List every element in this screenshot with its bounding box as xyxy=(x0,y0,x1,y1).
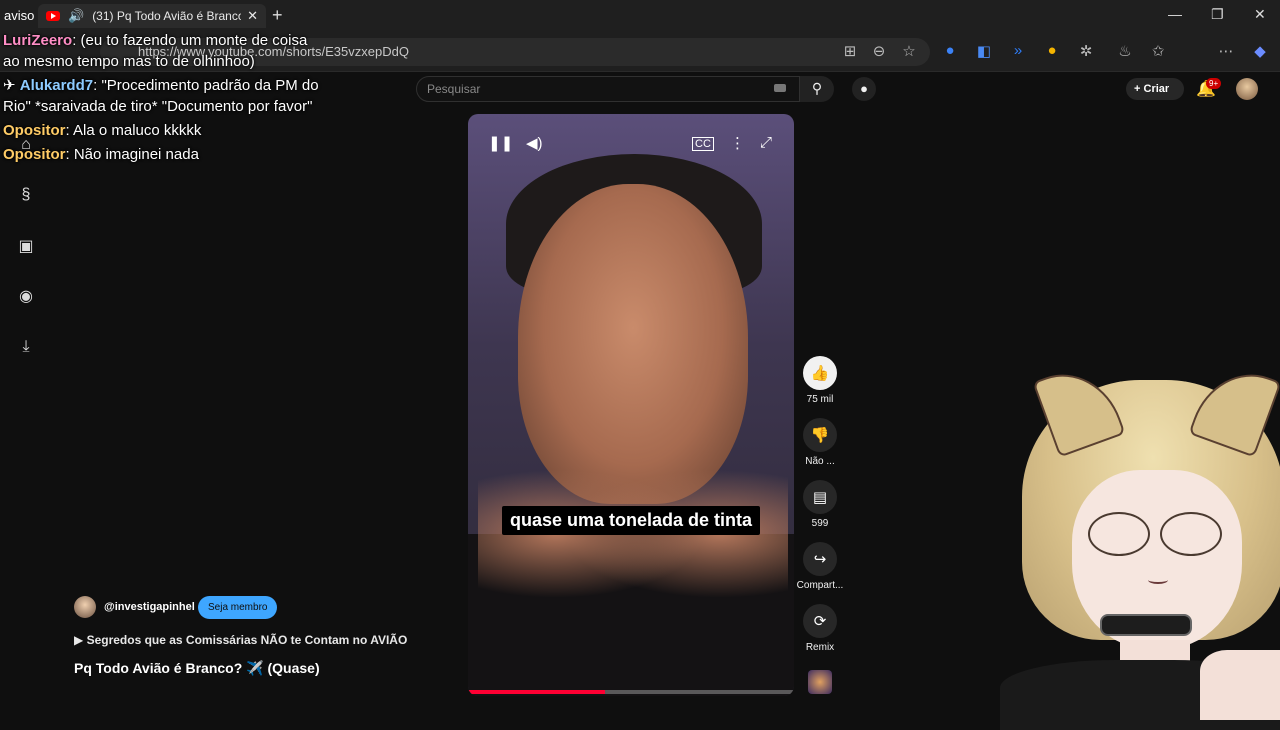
comments-button[interactable]: ▤ 599 xyxy=(802,480,838,529)
stream-chat-overlay: LuriZeero: (eu to fazendo um monte de co… xyxy=(3,30,323,168)
plus-icon: + xyxy=(1134,83,1141,95)
chat-message: LuriZeero: (eu to fazendo um monte de co… xyxy=(3,30,323,72)
join-member-button[interactable]: Seja membro xyxy=(198,596,278,619)
create-button[interactable]: + Criar xyxy=(1126,78,1184,100)
dislike-icon: 👎 xyxy=(803,418,837,452)
create-label: Criar xyxy=(1143,83,1170,95)
video-title: Pq Todo Avião é Branco? ✈️ (Quase) xyxy=(74,660,320,676)
close-window-icon[interactable]: ✕ xyxy=(1254,6,1266,23)
speaker-icon[interactable]: 🔊 xyxy=(68,8,84,24)
voice-search-button[interactable]: ● xyxy=(852,77,876,101)
keyboard-icon[interactable] xyxy=(774,84,786,92)
account-avatar[interactable] xyxy=(1236,78,1258,100)
comments-count: 599 xyxy=(811,518,829,529)
dislike-label: Não ... xyxy=(805,456,835,467)
playlist-title: Segredos que as Comissárias NÃO te Conta… xyxy=(86,633,408,647)
search-icon: ⚲ xyxy=(811,80,823,96)
chat-message: ✈ Alukardd7: "Procedimento padrão da PM … xyxy=(3,75,323,117)
like-icon: 👍 xyxy=(803,356,837,390)
new-tab-icon[interactable]: + xyxy=(272,5,283,26)
vtuber-mouth xyxy=(1148,576,1168,584)
zoom-icon[interactable]: ⊖ xyxy=(869,42,889,60)
captions-icon[interactable]: CC xyxy=(692,137,714,151)
you-icon[interactable]: ◉ xyxy=(16,286,36,306)
channel-handle[interactable]: @investigapinhel xyxy=(104,601,195,613)
browser-tab-bar: aviso 🔊 (31) Pq Todo Avião é Branco ✕ + … xyxy=(0,0,1280,32)
share-button[interactable]: ↪ Compart... xyxy=(797,542,843,591)
favorite-star-icon[interactable]: ☆ xyxy=(899,42,919,60)
translate-icon[interactable]: ◧ xyxy=(974,42,994,60)
close-tab-icon[interactable]: ✕ xyxy=(247,8,258,24)
shorts-video-player[interactable]: ❚❚ ◀) CC ⋮ ⤢ quase uma tonelada de tinta xyxy=(468,114,794,696)
youtube-favicon-icon xyxy=(46,11,60,21)
channel-thumbnail[interactable] xyxy=(808,670,832,694)
vtuber-glasses-left xyxy=(1088,512,1150,556)
share-icon: ↪ xyxy=(803,542,837,576)
menu-more-icon[interactable]: ⋯ xyxy=(1216,42,1236,60)
more-options-icon[interactable]: ⋮ xyxy=(730,134,745,152)
play-icon: ▶ xyxy=(74,633,87,647)
like-button[interactable]: 👍 75 mil xyxy=(802,356,838,405)
mic-icon: ● xyxy=(860,81,868,96)
search-button[interactable]: ⚲ xyxy=(800,76,834,102)
chat-text: : Ala o maluco kkkkk xyxy=(65,122,202,139)
fullscreen-icon[interactable]: ⤢ xyxy=(760,134,772,151)
chat-username: LuriZeero xyxy=(3,32,73,49)
extension-2-icon[interactable]: » xyxy=(1008,42,1028,59)
downloads-icon[interactable]: ⤓ xyxy=(16,338,36,356)
remix-label: Remix xyxy=(805,642,835,653)
like-count: 75 mil xyxy=(806,394,834,405)
extensions-icon[interactable]: ✲ xyxy=(1076,42,1096,60)
video-caption: quase uma tonelada de tinta xyxy=(502,506,761,535)
vtuber-glasses-right xyxy=(1160,512,1222,556)
remix-icon: ⟳ xyxy=(803,604,837,638)
playlist-link[interactable]: ▶ Segredos que as Comissárias NÃO te Con… xyxy=(74,633,407,647)
notification-badge: 9+ xyxy=(1206,78,1222,89)
progress-bar[interactable] xyxy=(468,690,794,694)
minimize-icon[interactable]: — xyxy=(1168,6,1182,22)
pause-icon[interactable]: ❚❚ xyxy=(488,134,513,152)
stream-overlay-label: aviso xyxy=(4,8,35,23)
extension-1-icon[interactable]: ● xyxy=(940,42,960,59)
volume-icon[interactable]: ◀) xyxy=(526,134,543,152)
vtuber-shoulder xyxy=(1200,650,1280,720)
extension-3-icon[interactable]: ● xyxy=(1042,42,1062,59)
chat-message: Opositor: Ala o maluco kkkkk xyxy=(3,120,323,141)
remix-button[interactable]: ⟳ Remix xyxy=(802,604,838,653)
search-input[interactable]: Pesquisar xyxy=(416,76,800,102)
apps-icon[interactable]: ⊞ xyxy=(840,42,860,60)
dislike-button[interactable]: 👎 Não ... xyxy=(802,418,838,467)
subscriptions-icon[interactable]: ▣ xyxy=(16,236,36,256)
chat-message: Opositor: Não imaginei nada xyxy=(3,144,323,165)
chat-username: Alukardd7 xyxy=(19,77,94,94)
comment-icon: ▤ xyxy=(803,480,837,514)
shorts-icon[interactable]: § xyxy=(16,186,36,204)
favorites-icon[interactable]: ✩ xyxy=(1148,42,1168,60)
copilot-icon[interactable]: ◆ xyxy=(1250,42,1270,60)
vtuber-spiked-collar xyxy=(1100,614,1192,636)
performance-icon[interactable]: ♨ xyxy=(1115,42,1135,60)
tab-title: (31) Pq Todo Avião é Branco xyxy=(92,9,242,23)
share-label: Compart... xyxy=(796,580,844,591)
channel-avatar[interactable] xyxy=(74,596,96,618)
badge-icon: ✈ xyxy=(3,77,20,94)
browser-tab[interactable]: 🔊 (31) Pq Todo Avião é Branco ✕ xyxy=(38,4,266,28)
home-icon[interactable]: ⌂ xyxy=(16,136,36,154)
progress-fill xyxy=(468,690,605,694)
chat-text: : Não imaginei nada xyxy=(65,146,199,163)
restore-icon[interactable]: ❐ xyxy=(1211,6,1224,23)
